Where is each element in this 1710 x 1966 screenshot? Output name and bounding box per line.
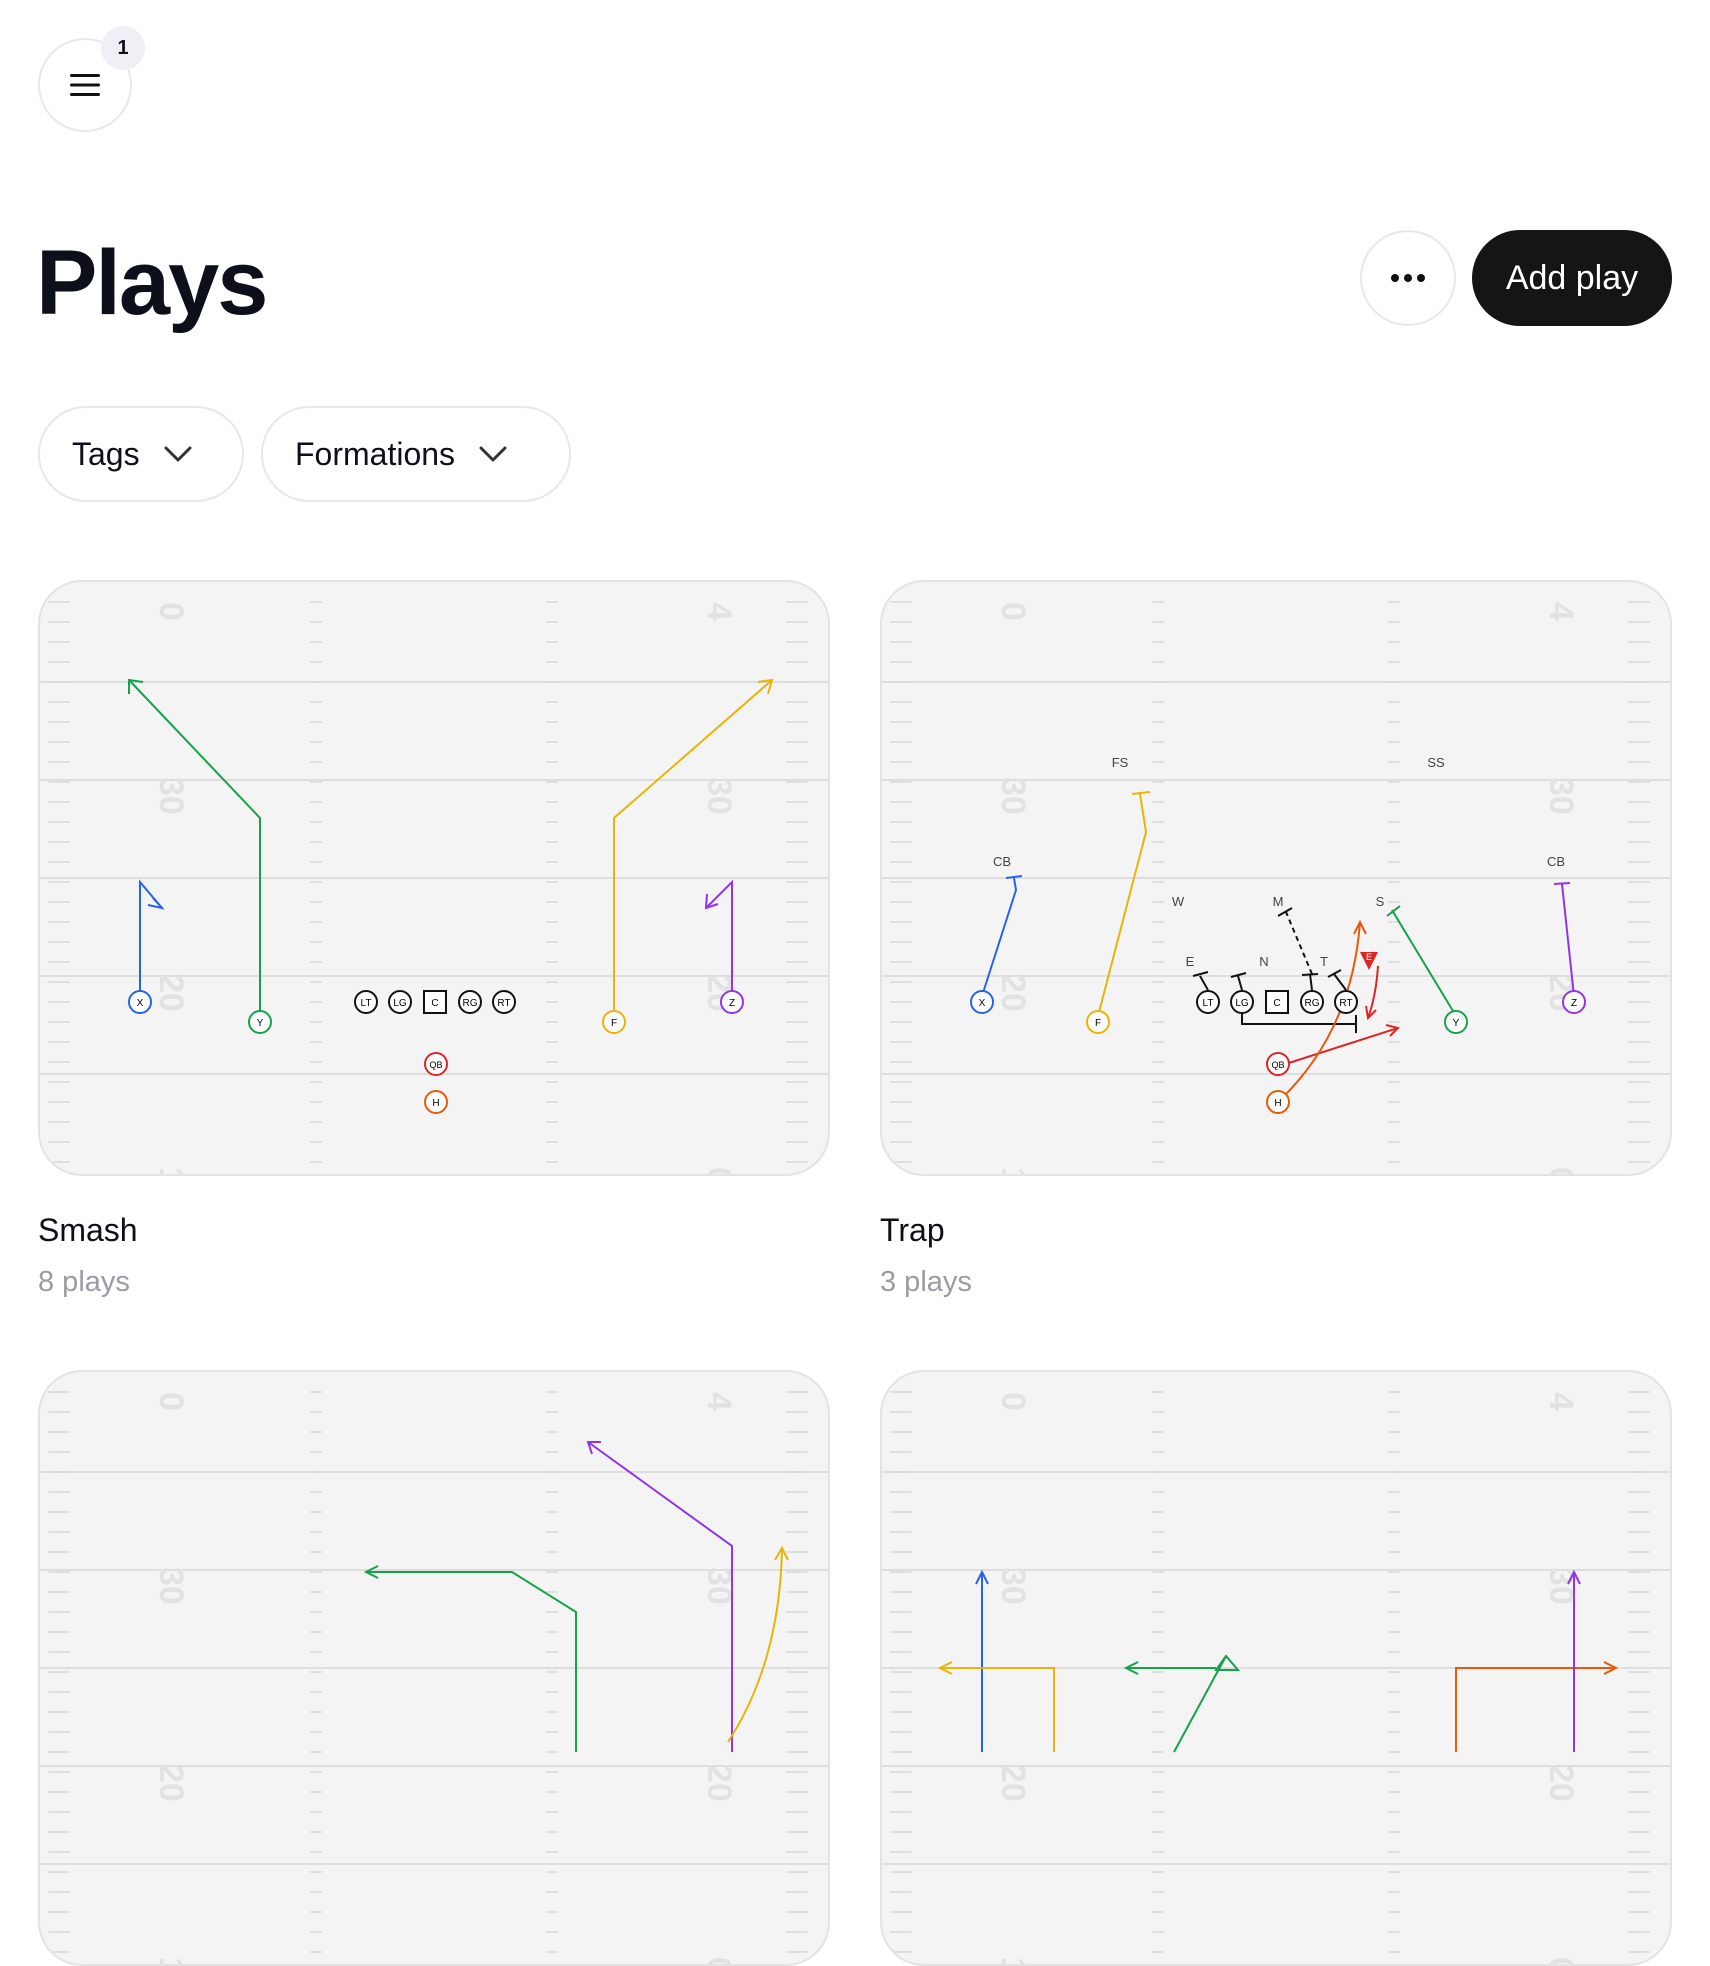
svg-text:F: F [611,1018,617,1029]
svg-text:M: M [1273,894,1284,909]
play-title[interactable]: Smash [38,1212,138,1249]
tags-filter-label: Tags [72,435,140,472]
svg-text:QB: QB [429,1060,442,1070]
svg-text:Z: Z [1571,998,1577,1009]
svg-text:F: F [1095,1018,1101,1029]
player-lt: LT [354,990,378,1014]
svg-text:Z: Z [729,998,735,1009]
svg-text:C: C [1273,998,1280,1009]
player-x: X [128,990,152,1014]
svg-text:CB: CB [1547,854,1565,869]
svg-text:RG: RG [1305,998,1320,1009]
svg-text:E: E [1186,954,1195,969]
svg-text:H: H [1274,1098,1281,1109]
player-c: C [1265,990,1289,1014]
player-f: F [602,1010,626,1034]
svg-text:RG: RG [463,998,478,1009]
svg-text:W: W [1172,894,1185,909]
svg-text:LG: LG [393,998,407,1009]
svg-text:LT: LT [361,998,372,1009]
play-count: 8 plays [38,1266,130,1298]
play-routes [363,1441,789,1752]
formations-filter-label: Formations [295,435,456,472]
play-routes [937,1569,1619,1753]
play-card-smash-thumbnail[interactable]: 0 30 20 1 4 30 20 0 LT LG C RG RT QB H X Y F Z [38,580,830,1176]
play-count: 3 plays [880,1266,972,1298]
svg-text:Y: Y [1453,1018,1460,1029]
player-rt: RT [1334,990,1358,1014]
player-qb: QB [424,1052,448,1076]
player-z: Z [1562,990,1586,1014]
play-card-thumbnail[interactable]: 030201430200 [38,1370,830,1966]
player-lt: LT [1196,990,1220,1014]
svg-text:LT: LT [1203,998,1214,1009]
player-c: C [423,990,447,1014]
player-y: Y [248,1010,272,1034]
trap-routes: E FS SS CB CB W M S E N T LT LG C RG RT … [970,755,1586,1114]
player-rt: RT [492,990,516,1014]
ellipsis-icon [1391,274,1425,282]
svg-text:X: X [137,998,144,1009]
svg-text:X: X [979,998,986,1009]
player-y: Y [1444,1010,1468,1034]
svg-text:N: N [1259,954,1268,969]
svg-text:SS: SS [1427,755,1445,770]
player-lg: LG [1230,990,1254,1014]
player-z: Z [720,990,744,1014]
play-card-thumbnail[interactable]: 030201430200 [880,1370,1672,1966]
svg-text:T: T [1320,954,1328,969]
chevron-down-icon [479,446,507,462]
svg-text:H: H [432,1098,439,1109]
svg-text:RT: RT [497,998,510,1009]
player-lg: LG [388,990,412,1014]
player-rg: RG [458,990,482,1014]
page-title: Plays [36,232,268,334]
svg-text:FS: FS [1112,755,1129,770]
svg-text:LG: LG [1235,998,1249,1009]
play-title[interactable]: Trap [880,1212,945,1249]
more-options-button[interactable] [1360,230,1456,326]
player-rg: RG [1300,990,1324,1014]
player-h: H [424,1090,448,1114]
play-card-trap-thumbnail[interactable]: 0 30 20 1 4 30 20 0 E FS SS CB CB W M S E N T [880,580,1672,1176]
tags-filter[interactable]: Tags [38,406,244,502]
player-f: F [1086,1010,1110,1034]
svg-text:QB: QB [1271,1060,1284,1070]
notification-badge: 1 [101,26,145,70]
add-play-button[interactable]: Add play [1472,230,1672,326]
hamburger-icon [70,74,100,96]
player-h: H [1266,1090,1290,1114]
player-x: X [970,990,994,1014]
svg-text:S: S [1376,894,1385,909]
chevron-down-icon [164,446,192,462]
svg-text:CB: CB [993,854,1011,869]
player-qb: QB [1266,1052,1290,1076]
smash-routes: LT LG C RG RT QB H X Y F Z [128,678,774,1114]
svg-text:E: E [1366,952,1372,962]
svg-text:C: C [431,998,438,1009]
formations-filter[interactable]: Formations [261,406,571,502]
svg-text:RT: RT [1339,998,1352,1009]
svg-text:Y: Y [257,1018,264,1029]
